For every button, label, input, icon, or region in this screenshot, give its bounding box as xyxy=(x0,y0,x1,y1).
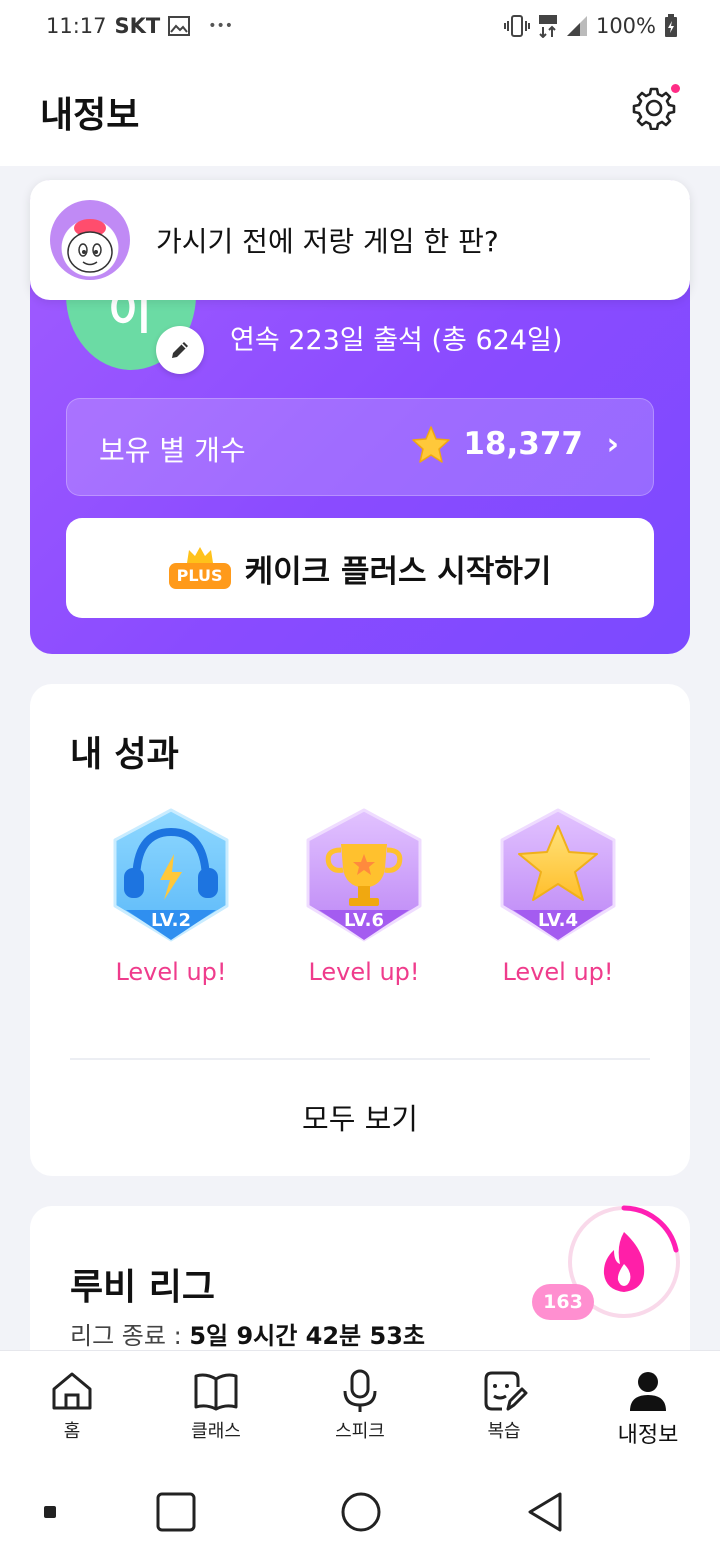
status-left: 11:17 SKT ••• xyxy=(46,14,233,38)
banner-message: 가시기 전에 저랑 게임 한 판? xyxy=(156,225,499,258)
achievements-card: 내 성과 LV.2 Level up! LV.6 Level up! LV.4 … xyxy=(30,684,690,1176)
recent-apps-dot[interactable] xyxy=(44,1506,56,1518)
plus-badge: PLUS xyxy=(168,545,231,591)
nav-label: 스피크 xyxy=(335,1421,385,1442)
status-time: 11:17 xyxy=(46,14,107,38)
vibrate-icon xyxy=(503,15,530,37)
status-bar: 11:17 SKT ••• 100% xyxy=(0,0,720,56)
badge-level: LV.2 xyxy=(151,910,191,931)
start-plus-button[interactable]: PLUS 케이크 플러스 시작하기 xyxy=(66,518,654,618)
league-end-time: 리그 종료 : 5일 9시간 42분 53초 xyxy=(70,1316,425,1351)
badge-status: Level up! xyxy=(308,958,420,986)
lte-icon xyxy=(538,15,557,38)
badge-headphones[interactable]: LV.2 Level up! xyxy=(106,806,236,986)
badge-level: LV.6 xyxy=(344,910,384,931)
book-icon xyxy=(194,1373,238,1411)
chevron-right-icon: › xyxy=(606,427,619,462)
bottom-nav: 홈 클래스 스피크 복습 내정보 xyxy=(0,1350,720,1470)
nav-label: 내정보 xyxy=(617,1423,679,1448)
nav-my-info[interactable]: 내정보 xyxy=(576,1369,720,1449)
plus-cta-label: 케이크 플러스 시작하기 xyxy=(244,553,552,590)
nav-label: 홈 xyxy=(63,1421,81,1442)
badge-trophy[interactable]: LV.6 Level up! xyxy=(299,806,429,986)
gear-icon[interactable] xyxy=(632,86,676,130)
game-invite-banner[interactable]: 가시기 전에 저랑 게임 한 판? xyxy=(30,180,690,300)
review-icon xyxy=(484,1371,528,1411)
stars-value: 18,377 xyxy=(463,426,583,462)
nav-class[interactable]: 클래스 xyxy=(144,1369,288,1443)
achievements-title: 내 성과 xyxy=(70,735,179,775)
status-carrier: SKT xyxy=(114,14,161,38)
status-right: 100% xyxy=(503,14,678,38)
plus-label: PLUS xyxy=(168,563,231,589)
home-icon xyxy=(52,1372,92,1410)
divider xyxy=(70,1058,650,1060)
stars-label: 보유 별 개수 xyxy=(99,434,246,467)
league-count-badge: 163 xyxy=(532,1284,594,1320)
edit-profile-button[interactable] xyxy=(156,326,204,374)
stars-balance-button[interactable]: 보유 별 개수 18,377 › xyxy=(66,398,654,496)
nav-label: 복습 xyxy=(487,1421,521,1442)
nav-home[interactable]: 홈 xyxy=(0,1369,144,1443)
overview-icon[interactable] xyxy=(156,1492,196,1532)
notification-dot xyxy=(671,84,680,93)
battery-icon xyxy=(665,14,677,37)
nav-speak[interactable]: 스피크 xyxy=(288,1369,432,1443)
back-icon[interactable] xyxy=(524,1490,566,1534)
badge-level: LV.4 xyxy=(538,910,578,931)
nav-label: 클래스 xyxy=(191,1421,241,1442)
league-end-label: 리그 종료 : xyxy=(70,1322,182,1350)
badge-status: Level up! xyxy=(502,958,614,986)
see-all-button[interactable]: 모두 보기 xyxy=(30,1096,690,1138)
star-icon xyxy=(412,426,450,463)
system-nav-bar xyxy=(0,1470,720,1560)
more-notifications-icon: ••• xyxy=(208,18,234,34)
nav-review[interactable]: 복습 xyxy=(432,1369,576,1443)
badge-star[interactable]: LV.4 Level up! xyxy=(493,806,623,986)
microphone-icon xyxy=(343,1369,377,1412)
pencil-icon xyxy=(172,342,188,358)
mascot-avatar xyxy=(50,200,130,280)
crown-icon xyxy=(186,547,213,563)
home-circle-icon[interactable] xyxy=(340,1491,382,1533)
mascot-icon xyxy=(67,219,113,273)
signal-icon xyxy=(566,16,587,36)
page-title: 내정보 xyxy=(40,95,140,136)
attendance-text: 연속 223일 출석 (총 624일) xyxy=(230,325,563,356)
league-title: 루비 리그 xyxy=(70,1267,216,1308)
person-icon xyxy=(630,1372,666,1411)
gallery-icon xyxy=(168,16,191,36)
badge-status: Level up! xyxy=(115,958,227,986)
battery-percent: 100% xyxy=(595,14,656,38)
league-end-value: 5일 9시간 42분 53초 xyxy=(189,1322,425,1350)
app-header: 내정보 xyxy=(0,56,720,166)
